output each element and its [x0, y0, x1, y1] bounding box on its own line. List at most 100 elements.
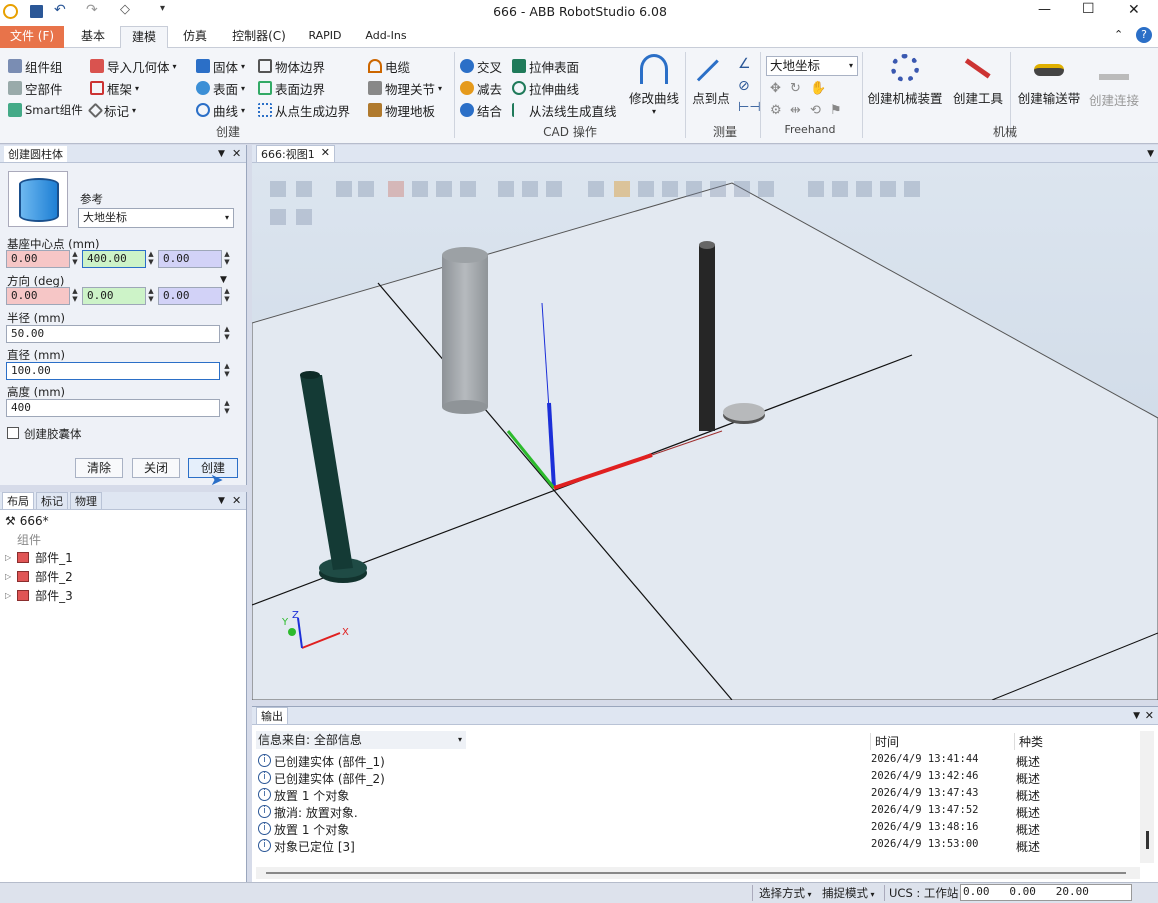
base-center-z-input[interactable]: 0.00 — [158, 250, 222, 268]
freehand-move-icon[interactable]: ✥ — [770, 81, 781, 96]
tab-modeling[interactable]: 建模 — [120, 26, 168, 48]
table-row[interactable]: i 放置 1 个对象 2026/4/9 13:47:43 概述 — [256, 787, 1140, 804]
ori-x-stepper[interactable]: ▲ ▼ — [70, 287, 80, 305]
orientation-z-input[interactable]: 0.00 — [158, 287, 222, 305]
capsule-checkbox[interactable] — [7, 427, 19, 439]
tab-physics[interactable]: 物理 — [70, 491, 102, 510]
panel-close-icon[interactable]: ✕ — [1145, 709, 1154, 722]
message-source-select[interactable]: 信息来自: 全部信息 ▾ — [256, 731, 466, 749]
line-from-normal-button[interactable]: 从法线生成直线 — [512, 100, 617, 120]
intersect-button[interactable]: 交叉 — [460, 56, 502, 76]
redo-icon[interactable]: ↷ — [86, 2, 98, 18]
panel-menu-icon[interactable]: ▼ — [218, 496, 225, 506]
freehand-linear-icon[interactable]: ⇹ — [790, 103, 801, 118]
union-button[interactable]: 结合 — [460, 100, 502, 120]
base-x-stepper[interactable]: ▲ ▼ — [70, 250, 80, 268]
tag-icon[interactable]: ◇ — [120, 2, 130, 17]
empty-part-button[interactable]: 空部件 — [8, 78, 63, 98]
point-to-point-button[interactable]: 点到点 — [688, 54, 737, 107]
freehand-jog-icon[interactable]: ⚙ — [770, 103, 782, 118]
tab-addins[interactable]: Add-Ins — [356, 26, 416, 48]
help-icon[interactable]: ? — [1136, 27, 1152, 43]
orientation-expand-icon[interactable]: ▼ — [220, 275, 227, 285]
frame-button[interactable]: 框架 ▾ — [90, 78, 139, 98]
table-row[interactable]: i 撤消: 放置对象. 2026/4/9 13:47:52 概述 — [256, 804, 1140, 821]
customize-qat-icon[interactable]: ▾ — [160, 3, 165, 14]
freehand-rotate-icon[interactable]: ↻ — [790, 81, 801, 96]
radius-stepper[interactable]: ▲ ▼ — [222, 325, 232, 343]
measure-angle-icon[interactable]: ∠ — [738, 56, 751, 72]
smart-component-button[interactable]: Smart组件 — [8, 100, 83, 120]
close-button[interactable]: 关闭 — [132, 458, 180, 478]
diameter-input[interactable]: 100.00 — [6, 362, 220, 380]
component-group-button[interactable]: 组件组 — [8, 56, 63, 76]
physics-joint-button[interactable]: 物理关节 ▾ — [368, 78, 442, 98]
panel-menu-icon[interactable]: ▼ — [1133, 711, 1140, 721]
diameter-stepper[interactable]: ▲ ▼ — [222, 362, 232, 380]
table-row[interactable]: i 已创建实体 (部件_1) 2026/4/9 13:41:44 概述 — [256, 753, 1140, 770]
curve-button[interactable]: 曲线 ▾ — [196, 100, 245, 120]
measure-distance-icon[interactable]: ⊢⊣ — [738, 100, 761, 115]
reference-select[interactable]: 大地坐标 ▾ — [78, 208, 234, 228]
measure-diameter-icon[interactable]: ⊘ — [738, 78, 750, 94]
freehand-reorient-icon[interactable]: ⟲ — [810, 103, 821, 118]
ori-z-stepper[interactable]: ▲ ▼ — [222, 287, 232, 305]
surface-boundary-button[interactable]: 表面边界 — [258, 78, 325, 98]
table-row[interactable]: i 已创建实体 (部件_2) 2026/4/9 13:42:46 概述 — [256, 770, 1140, 787]
panel-menu-icon[interactable]: ▼ — [218, 149, 225, 159]
app-icon[interactable] — [3, 4, 18, 19]
create-conveyor-button[interactable]: 创建输送带 — [1014, 54, 1084, 107]
tab-layout[interactable]: 布局 — [2, 491, 34, 510]
body-boundary-button[interactable]: 物体边界 — [258, 56, 325, 76]
minimize-button[interactable]: — — [1038, 2, 1051, 17]
table-row[interactable]: i 对象已定位 [3] 2026/4/9 13:53:00 概述 — [256, 838, 1140, 855]
vertical-scrollbar[interactable] — [1140, 731, 1154, 863]
collapse-ribbon-icon[interactable]: ⌃ — [1114, 28, 1123, 41]
extrude-surface-button[interactable]: 拉伸表面 — [512, 56, 579, 76]
ori-y-stepper[interactable]: ▲ ▼ — [146, 287, 156, 305]
close-button[interactable]: ✕ — [1128, 2, 1140, 18]
undo-icon[interactable]: ↶ — [54, 2, 66, 18]
create-tool-button[interactable]: 创建工具 — [948, 54, 1008, 107]
orientation-x-input[interactable]: 0.00 — [6, 287, 70, 305]
marker-button[interactable]: 标记 ▾ — [87, 100, 136, 120]
view-menu-icon[interactable]: ▼ — [1147, 149, 1154, 159]
column-header-category[interactable]: 种类 — [1014, 733, 1144, 750]
panel-close-icon[interactable]: ✕ — [232, 494, 241, 507]
tab-rapid[interactable]: RAPID — [300, 26, 350, 48]
tab-file[interactable]: 文件 (F) — [0, 26, 64, 48]
selection-mode-dropdown[interactable]: 选择方式 ▾ — [752, 885, 818, 901]
create-mechanism-button[interactable]: 创建机械装置 — [864, 54, 946, 107]
table-row[interactable]: i 放置 1 个对象 2026/4/9 13:48:16 概述 — [256, 821, 1140, 838]
list-item[interactable]: ▷ 部件_2 — [5, 568, 73, 585]
base-center-y-input[interactable]: 400.00 — [82, 250, 146, 268]
height-stepper[interactable]: ▲ ▼ — [222, 399, 232, 417]
radius-input[interactable]: 50.00 — [6, 325, 220, 343]
cable-button[interactable]: 电缆 — [368, 56, 410, 76]
extrude-curve-button[interactable]: 拉伸曲线 — [512, 78, 579, 98]
tab-tags[interactable]: 标记 — [36, 491, 68, 510]
subtract-button[interactable]: 减去 — [460, 78, 502, 98]
modify-curve-button[interactable]: 修改曲线 ▾ — [626, 54, 682, 116]
list-item[interactable]: ▷ 部件_1 — [5, 549, 73, 566]
station-node[interactable]: ⚒ 666* — [5, 514, 49, 528]
close-tab-icon[interactable]: ✕ — [321, 146, 330, 162]
base-y-stepper[interactable]: ▲ ▼ — [146, 250, 156, 268]
base-z-stepper[interactable]: ▲ ▼ — [222, 250, 232, 268]
physics-floor-button[interactable]: 物理地板 — [368, 100, 435, 120]
column-header-time[interactable]: 时间 — [870, 733, 1015, 750]
horizontal-scrollbar[interactable] — [256, 867, 1140, 879]
output-tab[interactable]: 输出 — [256, 706, 288, 725]
3d-scene[interactable]: X Z Y — [252, 163, 1158, 700]
freehand-hand-icon[interactable]: ✋ — [810, 81, 826, 96]
tab-simulation[interactable]: 仿真 — [172, 26, 218, 48]
boundary-from-points-button[interactable]: 从点生成边界 — [258, 100, 350, 120]
panel-close-icon[interactable]: ✕ — [232, 147, 241, 160]
viewport[interactable]: 666:视图1 ✕ ▼ X Z Y — [252, 144, 1158, 700]
maximize-button[interactable]: ☐ — [1082, 1, 1095, 17]
import-geometry-button[interactable]: 导入几何体 ▾ — [90, 56, 177, 76]
surface-button[interactable]: 表面 ▾ — [196, 78, 245, 98]
tab-controller[interactable]: 控制器(C) — [224, 26, 294, 48]
clear-button[interactable]: 清除 — [75, 458, 123, 478]
height-input[interactable]: 400 — [6, 399, 220, 417]
